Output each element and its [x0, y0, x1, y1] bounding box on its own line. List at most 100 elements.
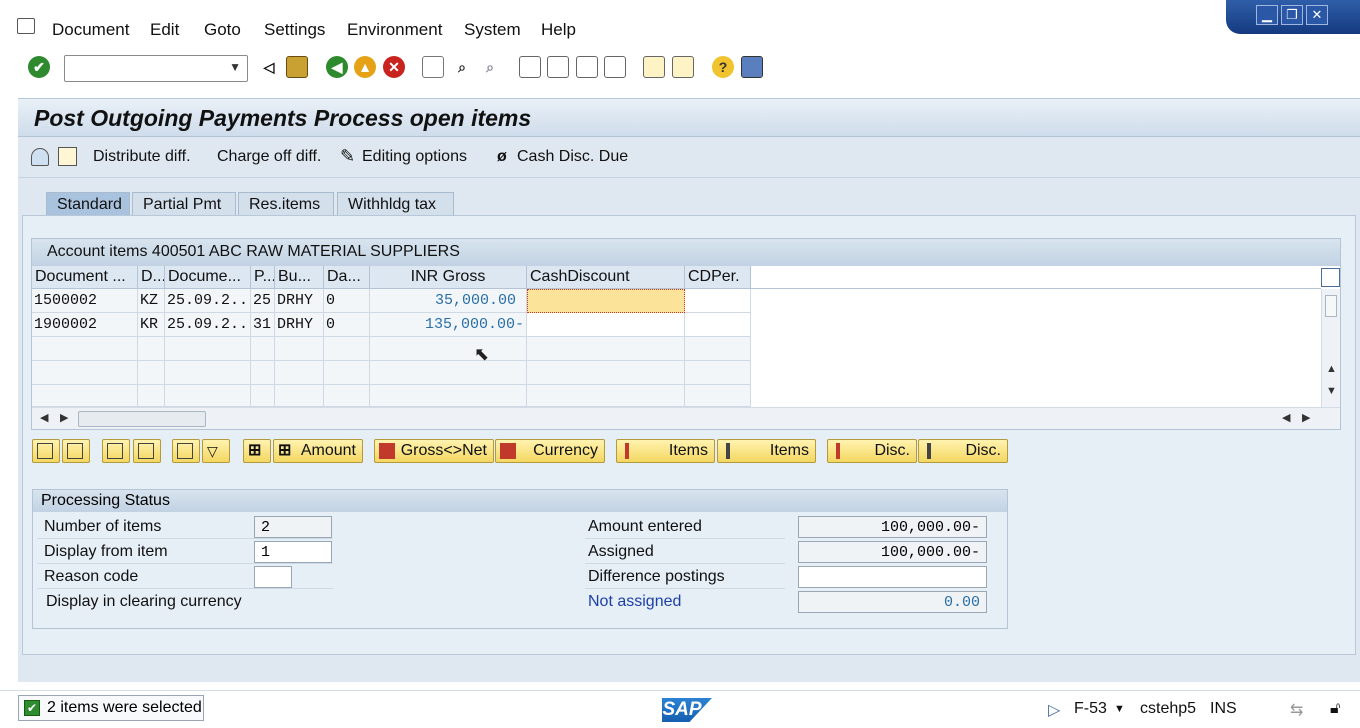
tab-withhldg-tax[interactable]: Withhldg tax [337, 192, 454, 216]
scroll-down-icon[interactable]: ▼ [1326, 385, 1337, 397]
items-deactivate-button[interactable]: Items [717, 439, 816, 463]
cd-percent-input[interactable] [685, 289, 751, 313]
gross-net-button[interactable]: Gross<>Net [374, 439, 494, 463]
scroll-up-icon[interactable]: ▲ [1326, 363, 1337, 375]
difference-postings-input[interactable] [798, 566, 987, 588]
table-cell-amount[interactable]: 35,000.00 [370, 289, 527, 313]
table-cell-amount[interactable]: 135,000.00- [370, 313, 527, 337]
horizontal-scrollbar[interactable]: ◀ ▶ ◀ ▶ [32, 407, 1340, 429]
table-cell[interactable]: 1900002 [32, 313, 138, 337]
exit-icon[interactable]: ▲ [354, 56, 376, 78]
tab-partial-pmt[interactable]: Partial Pmt [132, 192, 236, 216]
items-activate-button[interactable]: Items [616, 439, 715, 463]
close-icon[interactable]: ✕ [1306, 5, 1328, 25]
dropdown-arrow-icon[interactable]: ▼ [229, 60, 241, 74]
tab-res-items[interactable]: Res.items [238, 192, 334, 216]
expand-status-icon[interactable]: ▷ [1048, 700, 1060, 720]
filter-button[interactable]: ▽ [202, 439, 230, 463]
scroll-thumb[interactable] [78, 411, 206, 427]
pencil-icon[interactable]: ✎ [340, 146, 355, 167]
minimize-icon[interactable]: ▁ [1256, 5, 1278, 25]
find-icon[interactable]: ⌕ [451, 56, 473, 78]
status-message[interactable]: ✔ 2 items were selected [18, 695, 204, 721]
back-icon[interactable]: ◀ [326, 56, 348, 78]
column-header-doc-type[interactable]: D... [138, 266, 165, 289]
disc-activate-button[interactable]: Disc. [827, 439, 917, 463]
transaction-code[interactable]: F-53 [1074, 700, 1107, 718]
cd-percent-input[interactable] [685, 313, 751, 337]
edit-icon[interactable] [58, 147, 77, 166]
distribute-diff-button[interactable]: Distribute diff. [93, 148, 191, 166]
column-header-cash-discount[interactable]: CashDiscount [527, 266, 685, 289]
column-config-icon[interactable] [1321, 268, 1340, 287]
menu-settings[interactable]: Settings [264, 20, 325, 40]
search-button[interactable]: ⊞ [243, 439, 271, 463]
menu-document[interactable]: Document [52, 20, 129, 40]
menu-help[interactable]: Help [541, 20, 576, 40]
table-cell[interactable]: 25.09.2... [165, 313, 251, 337]
menu-environment[interactable]: Environment [347, 20, 442, 40]
currency-button[interactable]: Currency [495, 439, 605, 463]
reason-code-input[interactable] [254, 566, 292, 588]
cash-discount-input[interactable] [527, 289, 685, 313]
select-block-button[interactable] [62, 439, 90, 463]
not-assigned-link[interactable]: Not assigned [588, 593, 681, 611]
scroll-thumb[interactable] [1325, 295, 1337, 317]
save-icon[interactable] [286, 56, 308, 78]
table-cell[interactable]: DRHY [275, 313, 324, 337]
system-menu-icon[interactable] [17, 18, 35, 34]
column-header-days[interactable]: Da... [324, 266, 370, 289]
sort-button[interactable] [172, 439, 200, 463]
transaction-dropdown-icon[interactable]: ▼ [1114, 703, 1125, 715]
scroll-left-icon[interactable]: ◀ [1282, 411, 1290, 424]
back-arrow-icon[interactable]: ◁ [258, 56, 280, 78]
scroll-left-icon[interactable]: ◀ [40, 411, 48, 424]
shortcut-icon[interactable] [672, 56, 694, 78]
layout-icon[interactable] [741, 56, 763, 78]
vertical-scrollbar[interactable]: ▲ ▼ [1321, 289, 1340, 407]
table-cell[interactable]: 25 [251, 289, 275, 313]
cash-disc-icon[interactable]: ø [497, 148, 507, 166]
menu-system[interactable]: System [464, 20, 521, 40]
find-next-icon[interactable]: ⌕ [479, 56, 501, 78]
tab-standard[interactable]: Standard [46, 192, 130, 216]
scroll-right-icon[interactable]: ▶ [60, 411, 68, 424]
column-header-doc-date[interactable]: Docume... [165, 266, 251, 289]
lock-icon[interactable]: 🔓︎ [1330, 700, 1340, 718]
editing-options-button[interactable]: Editing options [362, 148, 467, 166]
display-clearing-currency-option[interactable]: Display in clearing currency [46, 593, 242, 611]
first-page-icon[interactable] [519, 56, 541, 78]
cash-discount-input[interactable] [527, 313, 685, 337]
table-cell[interactable]: 25.09.2... [165, 289, 251, 313]
new-session-icon[interactable] [643, 56, 665, 78]
display-from-item-input[interactable]: 1 [254, 541, 332, 563]
cash-disc-due-button[interactable]: Cash Disc. Due [517, 148, 628, 166]
deactivate-items-button[interactable] [133, 439, 161, 463]
column-header-posting-key[interactable]: P... [251, 266, 275, 289]
column-header-cd-percent[interactable]: CDPer. [685, 266, 751, 289]
cancel-icon[interactable]: ✕ [383, 56, 405, 78]
prev-page-icon[interactable] [547, 56, 569, 78]
table-cell[interactable]: 0 [324, 313, 370, 337]
last-page-icon[interactable] [604, 56, 626, 78]
column-header-document[interactable]: Document ... [32, 266, 138, 289]
menu-goto[interactable]: Goto [204, 20, 241, 40]
table-cell[interactable]: KZ [138, 289, 165, 313]
table-cell[interactable]: 1500002 [32, 289, 138, 313]
user-icon[interactable] [31, 148, 49, 166]
help-icon[interactable]: ? [712, 56, 734, 78]
activate-items-button[interactable] [102, 439, 130, 463]
charge-off-diff-button[interactable]: Charge off diff. [217, 148, 321, 166]
column-header-business-area[interactable]: Bu... [275, 266, 324, 289]
amount-button[interactable]: ⊞ Amount [273, 439, 363, 463]
table-cell[interactable]: KR [138, 313, 165, 337]
column-header-inr-gross[interactable]: INR Gross [370, 266, 527, 289]
table-cell[interactable]: 0 [324, 289, 370, 313]
scroll-right-icon[interactable]: ▶ [1302, 411, 1310, 424]
next-page-icon[interactable] [576, 56, 598, 78]
restore-icon[interactable]: ❐ [1281, 5, 1303, 25]
menu-edit[interactable]: Edit [150, 20, 179, 40]
table-cell[interactable]: 31 [251, 313, 275, 337]
command-field[interactable]: ▼ [64, 55, 248, 82]
input-mode[interactable]: INS [1210, 700, 1237, 718]
